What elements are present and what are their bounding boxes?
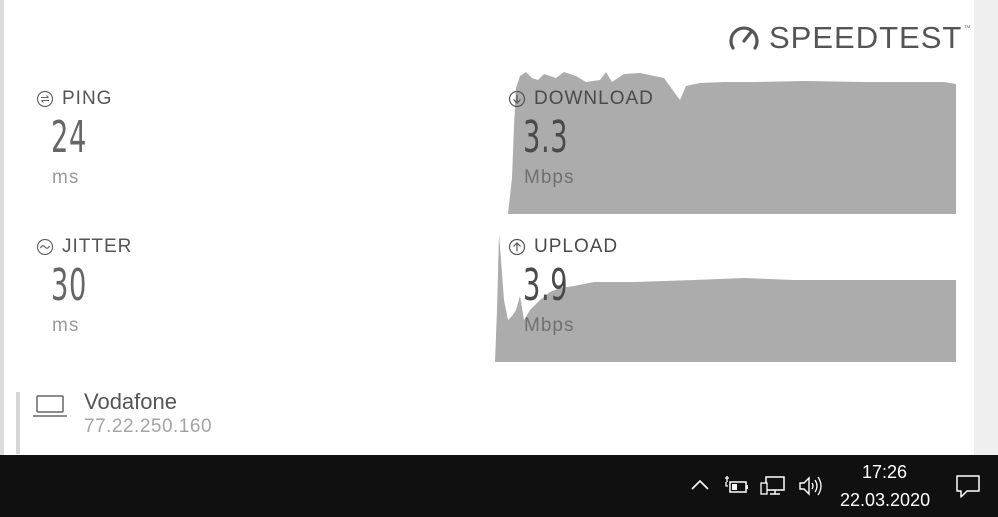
ping-label: PING: [62, 88, 113, 109]
clock-time[interactable]: 17:26: [862, 462, 907, 483]
jitter-unit: ms: [52, 315, 80, 336]
battery-charging-icon[interactable]: [723, 474, 751, 498]
clock-date[interactable]: 22.03.2020: [840, 490, 930, 511]
window-right-edge: [974, 0, 998, 455]
ping-unit: ms: [52, 167, 80, 188]
speedometer-icon: [729, 26, 759, 50]
volume-icon[interactable]: [797, 474, 825, 498]
speedtest-panel: SPEEDTEST ™ PING 24 ms JITTER 30 ms DOWN…: [4, 0, 974, 455]
download-value: 3.3: [523, 112, 569, 163]
ping-value: 24: [51, 112, 87, 163]
ping-icon: [36, 90, 54, 108]
provider-accent-bar: [16, 392, 20, 454]
download-unit: Mbps: [524, 167, 575, 188]
speedtest-logo: SPEEDTEST ™: [727, 20, 970, 56]
upload-icon: [508, 238, 526, 256]
upload-label: UPLOAD: [534, 236, 619, 257]
upload-value: 3.9: [523, 260, 569, 311]
download-label: DOWNLOAD: [534, 88, 654, 109]
jitter-label: JITTER: [62, 236, 133, 257]
jitter-icon: [36, 238, 54, 256]
jitter-value: 30: [51, 260, 87, 311]
upload-unit: Mbps: [524, 315, 575, 336]
upload-metric: UPLOAD 3.9 Mbps: [508, 236, 618, 337]
chevron-up-icon[interactable]: [689, 474, 711, 496]
logo-trademark: ™: [963, 24, 971, 32]
notification-icon[interactable]: [954, 472, 982, 500]
download-metric: DOWNLOAD 3.3 Mbps: [508, 88, 654, 189]
provider-name[interactable]: Vodafone: [84, 389, 177, 415]
laptop-icon: [33, 395, 67, 417]
ping-metric: PING 24 ms: [36, 88, 112, 189]
provider-ip: 77.22.250.160: [84, 416, 213, 437]
jitter-metric: JITTER 30 ms: [36, 236, 132, 337]
logo-text: SPEEDTEST: [769, 20, 963, 55]
network-icon[interactable]: [759, 474, 787, 498]
download-icon: [508, 90, 526, 108]
